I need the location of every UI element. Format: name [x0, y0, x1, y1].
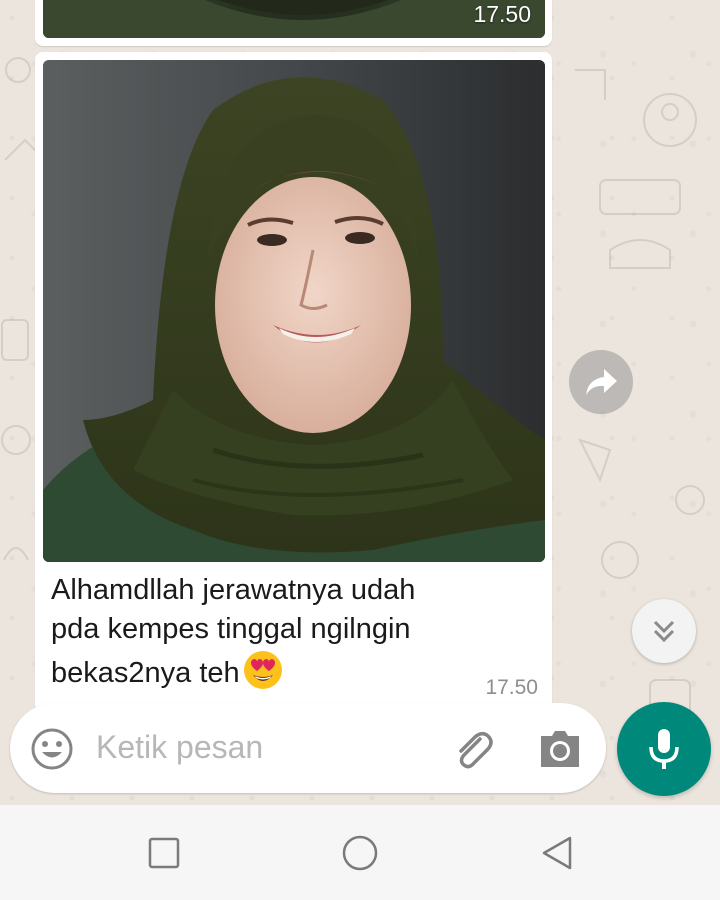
square-icon[interactable] — [148, 837, 180, 869]
previous-message-time: 17.50 — [473, 1, 531, 27]
message-time: 17.50 — [485, 676, 538, 699]
previous-image-content — [43, 0, 545, 38]
previous-message-bubble[interactable]: 17.50 — [35, 0, 552, 46]
message-caption: Alhamdllah jerawatnya udah pda kempes ti… — [51, 571, 471, 693]
caption-line-1: Alhamdllah jerawatnya udah — [51, 574, 416, 606]
camera-icon[interactable] — [538, 728, 582, 770]
message-composer[interactable]: Ketik pesan — [10, 703, 606, 793]
double-chevron-down-icon — [653, 620, 675, 643]
system-navigation-bar — [0, 805, 720, 900]
message-photo[interactable] — [43, 60, 545, 562]
paperclip-icon[interactable] — [450, 727, 496, 773]
previous-message-image[interactable]: 17.50 — [43, 0, 545, 38]
scroll-to-bottom-button[interactable] — [632, 599, 696, 663]
forward-button[interactable] — [569, 350, 633, 414]
mic-icon — [649, 729, 679, 769]
forward-arrow-icon — [586, 369, 617, 395]
message-input[interactable]: Ketik pesan — [96, 729, 263, 766]
smiley-icon[interactable] — [30, 727, 74, 771]
chat-background: 17.50 Alhamdllah jerawatnya udah pda kem… — [0, 0, 720, 805]
voice-record-button[interactable] — [617, 702, 711, 796]
heart-eyes-emoji-icon — [243, 651, 282, 689]
message-bubble[interactable]: Alhamdllah jerawatnya udah pda kempes ti… — [35, 52, 552, 712]
photo-illustration — [43, 60, 545, 562]
circle-icon[interactable] — [341, 834, 379, 872]
caption-line-2: pda kempes tinggal ngilngin — [51, 613, 411, 645]
caption-line-3: bekas2nya teh — [51, 649, 471, 693]
caption-line-3-text: bekas2nya teh — [51, 657, 240, 689]
triangle-back-icon[interactable] — [540, 835, 574, 871]
